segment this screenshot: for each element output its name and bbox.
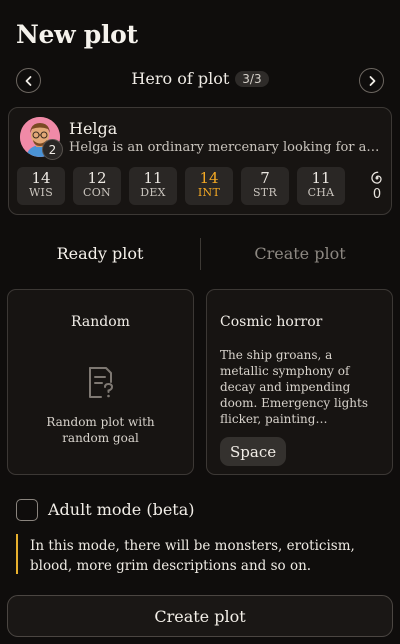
stat-value: 11	[311, 169, 331, 187]
adult-mode-warning: In this mode, there will be monsters, er…	[16, 534, 388, 574]
spiral-stat: 0	[364, 167, 390, 205]
plot-tabs: Ready plot Create plot	[0, 238, 400, 270]
page-title: New plot	[16, 20, 138, 49]
adult-mode-toggle[interactable]: Adult mode (beta)	[16, 498, 316, 522]
stat-label: DEX	[140, 186, 166, 199]
next-hero-button[interactable]	[359, 68, 384, 93]
plot-card-title: Cosmic horror	[220, 314, 323, 330]
stat-con: 12 CON	[73, 167, 121, 205]
stat-label: INT	[197, 186, 221, 199]
plot-card-random[interactable]: Random Random plot with random goal	[7, 289, 194, 475]
document-question-icon	[89, 367, 114, 398]
plot-tag-chip: Space	[220, 437, 287, 466]
plot-card-cosmic-horror[interactable]: Cosmic horror The ship groans, a metalli…	[206, 289, 393, 475]
tab-ready-plot[interactable]: Ready plot	[0, 244, 200, 263]
stat-label: STR	[252, 186, 278, 199]
stat-str: 7 STR	[241, 167, 289, 205]
plot-card-description: The ship groans, a metallic symphony of …	[220, 348, 369, 426]
create-plot-button[interactable]: Create plot	[7, 595, 393, 637]
stat-int: 14 INT	[185, 167, 233, 205]
stat-label: CHA	[307, 186, 335, 199]
spiral-value: 0	[372, 187, 382, 202]
stat-label: CON	[83, 186, 111, 199]
stat-value: 12	[87, 169, 107, 187]
stat-value: 11	[143, 169, 163, 187]
hero-description: Helga is an ordinary mercenary looking f…	[69, 140, 380, 155]
stat-value: 14	[199, 169, 219, 187]
hero-card[interactable]: 2 Helga Helga is an ordinary mercenary l…	[8, 107, 392, 215]
stat-value: 14	[31, 169, 51, 187]
hero-selector: Hero of plot 3/3	[16, 66, 384, 94]
adult-mode-checkbox[interactable]	[16, 499, 38, 521]
plot-card-title: Random	[71, 314, 130, 330]
stat-dex: 11 DEX	[129, 167, 177, 205]
plot-card-description: Random plot with random goal	[46, 415, 155, 445]
chevron-right-icon	[369, 75, 375, 86]
stat-value: 7	[260, 169, 270, 187]
hero-stats: 14 WIS 12 CON 11 DEX 14 INT 7 STR 11 CHA…	[17, 167, 387, 205]
stat-label: WIS	[28, 186, 54, 199]
hero-name: Helga	[69, 119, 118, 138]
hero-counter-badge: 3/3	[235, 70, 269, 87]
hero-level-badge: 2	[42, 139, 63, 160]
stat-cha: 11 CHA	[297, 167, 345, 205]
adult-mode-label: Adult mode (beta)	[48, 500, 195, 519]
hero-selector-title: Hero of plot	[131, 69, 230, 88]
spiral-icon	[371, 171, 382, 184]
stat-wis: 14 WIS	[17, 167, 65, 205]
tab-create-plot[interactable]: Create plot	[200, 244, 400, 263]
